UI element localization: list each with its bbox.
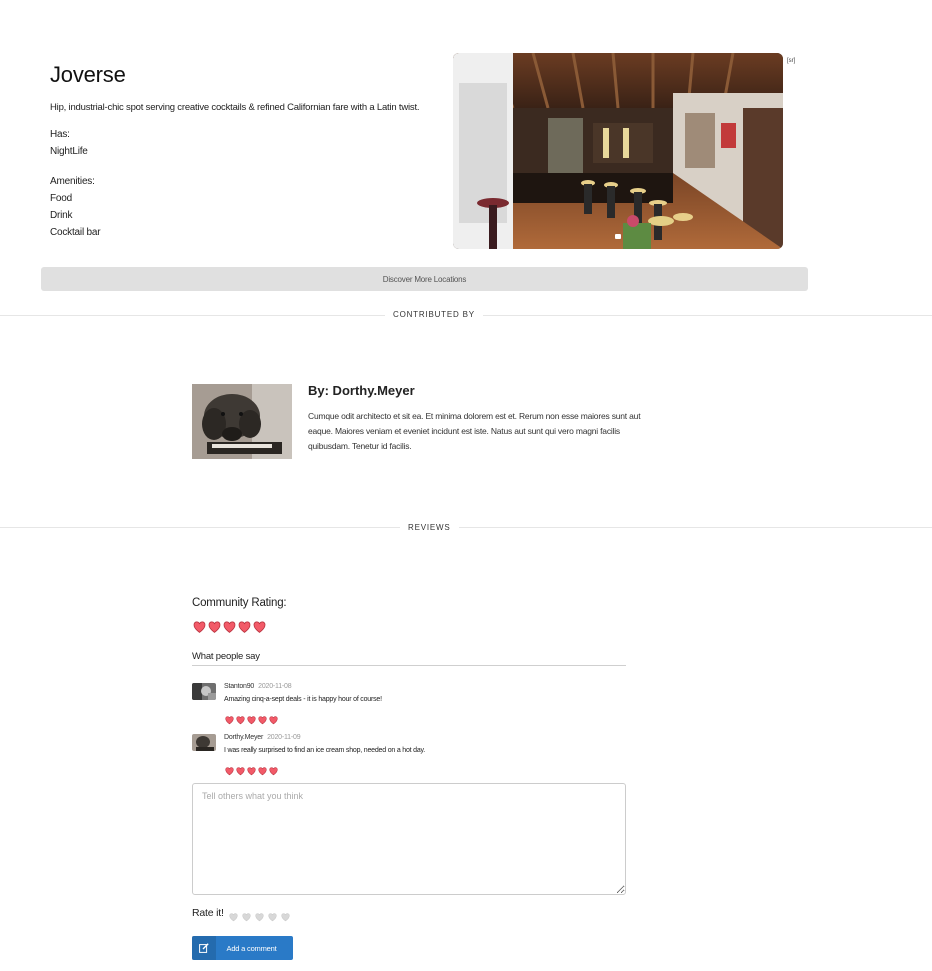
- heart-icon: [236, 763, 245, 781]
- has-value: NightLife: [50, 146, 88, 157]
- amenities-list: Food Drink Cocktail bar: [50, 193, 101, 244]
- review-author: Stanton90 2020-11-08: [224, 683, 292, 690]
- discover-more-button[interactable]: Discover More Locations: [41, 267, 808, 291]
- review-rating: [225, 763, 278, 781]
- review-author-name: Dorthy.Meyer: [224, 734, 264, 741]
- heart-icon: [247, 712, 256, 730]
- heart-icon: [253, 621, 266, 639]
- image-carousel[interactable]: [453, 53, 783, 249]
- restaurant-interior-photo: [453, 53, 783, 249]
- community-rating: [193, 621, 266, 639]
- amenities-label: Amenities:: [50, 176, 95, 187]
- heart-icon: [225, 712, 234, 730]
- has-label: Has:: [50, 129, 70, 140]
- review-author-name: Stanton90: [224, 683, 255, 690]
- heart-icon: [247, 763, 256, 781]
- contributor-bio: Cumque odit architecto et sit ea. Et min…: [308, 411, 641, 451]
- edit-icon: [192, 936, 216, 960]
- comment-textarea[interactable]: [192, 783, 626, 895]
- heart-icon: [225, 763, 234, 781]
- heart-icon[interactable]: [229, 909, 238, 927]
- heart-icon: [193, 621, 206, 639]
- review-text: Amazing cinq-a-sept deals - it is happy …: [224, 696, 382, 703]
- review-date: 2020-11-08: [258, 683, 292, 690]
- heart-icon: [223, 621, 236, 639]
- rate-it-hearts[interactable]: [229, 909, 290, 927]
- heart-icon: [236, 712, 245, 730]
- heart-icon[interactable]: [281, 909, 290, 927]
- community-rating-label: Community Rating:: [192, 597, 287, 609]
- heart-icon: [269, 712, 278, 730]
- contributed-by-heading: CONTRIBUTED BY: [385, 310, 483, 319]
- section-divider: [0, 527, 932, 528]
- reviewer-avatar: [192, 683, 216, 700]
- reviews-heading: REVIEWS: [400, 523, 459, 532]
- what-people-say-heading: What people say: [192, 651, 260, 662]
- review-rating: [225, 712, 278, 730]
- heart-icon: [208, 621, 221, 639]
- carousel-control[interactable]: [sr]: [787, 58, 795, 64]
- amenity-item: Drink: [50, 210, 73, 221]
- reviewer-avatar: [192, 734, 216, 751]
- heart-icon: [269, 763, 278, 781]
- amenity-item: Food: [50, 193, 72, 204]
- heart-icon[interactable]: [268, 909, 277, 927]
- location-title: Joverse: [50, 62, 126, 87]
- location-description: Hip, industrial-chic spot serving creati…: [50, 102, 420, 113]
- carousel-indicator-dot[interactable]: [615, 234, 621, 239]
- heart-icon[interactable]: [255, 909, 264, 927]
- heart-icon: [258, 712, 267, 730]
- contributor-avatar: [192, 384, 292, 459]
- amenity-item: Cocktail bar: [50, 227, 101, 238]
- review-date: 2020-11-09: [267, 734, 301, 741]
- review-text: I was really surprised to find an ice cr…: [224, 747, 426, 754]
- heart-icon: [258, 763, 267, 781]
- rate-it-label: Rate it!: [192, 907, 224, 919]
- review-author: Dorthy.Meyer 2020-11-09: [224, 734, 301, 741]
- contributor-name: By: Dorthy.Meyer: [308, 383, 415, 398]
- add-comment-button[interactable]: Add a comment: [192, 936, 293, 960]
- heading-underline: [192, 665, 626, 666]
- heart-icon[interactable]: [242, 909, 251, 927]
- heart-icon: [238, 621, 251, 639]
- add-comment-label: Add a comment: [226, 943, 277, 953]
